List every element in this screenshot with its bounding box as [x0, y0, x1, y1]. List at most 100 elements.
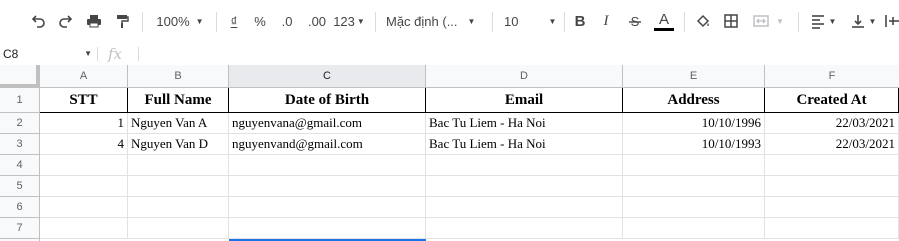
caret-down-icon: ▼	[828, 16, 837, 26]
caret-down-icon: ▼	[356, 16, 365, 26]
empty-cell[interactable]	[426, 176, 623, 197]
table-cell[interactable]: Nguyen Van A	[128, 113, 229, 134]
table-cell[interactable]: Bac Tu Liem - Ha Noi	[426, 113, 623, 134]
empty-cell[interactable]	[128, 197, 229, 218]
formula-input[interactable]	[142, 43, 899, 65]
table-cell[interactable]: 4	[40, 134, 128, 155]
undo-icon[interactable]	[26, 8, 50, 34]
fx-icon: fx	[108, 45, 123, 63]
empty-cell[interactable]	[128, 218, 229, 239]
column-header-d[interactable]: D	[426, 65, 623, 88]
header-cell-email[interactable]: Email	[426, 88, 623, 113]
toolbar-divider	[492, 12, 493, 32]
empty-cell[interactable]	[229, 197, 426, 218]
column-header-a[interactable]: A	[40, 65, 128, 88]
empty-cell[interactable]	[229, 218, 426, 239]
table-cell[interactable]: 22/03/2021	[765, 134, 899, 155]
caret-down-icon: ▼	[84, 49, 92, 58]
empty-cell[interactable]	[623, 218, 765, 239]
zoom-select[interactable]: 100% ▼	[150, 8, 210, 34]
table-cell[interactable]: 1	[40, 113, 128, 134]
empty-cell[interactable]	[623, 197, 765, 218]
header-cell-address[interactable]: Address	[623, 88, 765, 113]
toolbar-divider	[375, 12, 376, 32]
empty-cell[interactable]	[623, 155, 765, 176]
row-header-3[interactable]: 3	[0, 134, 40, 155]
percent-format-button[interactable]: %	[250, 8, 270, 34]
empty-cell[interactable]	[623, 176, 765, 197]
table-cell[interactable]: 10/10/1996	[623, 113, 765, 134]
row-header-5[interactable]: 5	[0, 176, 40, 197]
column-header-f[interactable]: F	[765, 65, 899, 88]
decrease-decimal-button[interactable]: .0	[276, 8, 298, 34]
toolbar-divider	[564, 12, 565, 32]
paint-format-icon[interactable]	[110, 8, 134, 34]
more-formats-label: 123	[333, 13, 355, 29]
empty-cell[interactable]	[128, 176, 229, 197]
header-cell-stt[interactable]: STT	[40, 88, 128, 113]
currency-format-button[interactable]: ₫	[224, 8, 244, 34]
row-header-1[interactable]: 1	[0, 88, 40, 113]
toolbar: 100% ▼ ₫ % .0 .00 123 ▼ Mặc định (... ▼ 10 ▼…	[0, 0, 899, 44]
redo-icon[interactable]	[54, 8, 78, 34]
bold-button[interactable]: B	[570, 8, 590, 34]
merge-cells-icon[interactable]: ▼	[748, 8, 788, 34]
zoom-value: 100%	[156, 13, 190, 29]
name-box[interactable]: C8 ▼	[0, 43, 96, 65]
column-header-e[interactable]: E	[623, 65, 765, 88]
caret-down-icon: ▼	[776, 16, 784, 26]
empty-cell[interactable]	[40, 218, 128, 239]
empty-cell[interactable]	[765, 218, 899, 239]
row-header-4[interactable]: 4	[0, 155, 40, 176]
font-size-value: 10	[504, 13, 519, 29]
strikethrough-icon[interactable]: S	[624, 8, 646, 34]
table-cell[interactable]: nguyenvana@gmail.com	[229, 113, 426, 134]
empty-cell[interactable]	[426, 197, 623, 218]
row-header-2[interactable]: 2	[0, 113, 40, 134]
header-cell-full-name[interactable]: Full Name	[128, 88, 229, 113]
formula-divider	[97, 47, 98, 61]
text-wrap-icon[interactable]	[884, 8, 899, 34]
table-cell[interactable]: 10/10/1993	[623, 134, 765, 155]
text-color-swatch	[654, 27, 674, 31]
empty-cell[interactable]	[426, 155, 623, 176]
font-size-select[interactable]: 10 ▼	[500, 8, 558, 34]
empty-cell[interactable]	[765, 197, 899, 218]
italic-button[interactable]: I	[596, 8, 616, 34]
empty-cell[interactable]	[128, 155, 229, 176]
table-cell[interactable]: 22/03/2021	[765, 113, 899, 134]
table-cell[interactable]: Nguyen Van D	[128, 134, 229, 155]
row-header-6[interactable]: 6	[0, 197, 40, 218]
formula-divider	[138, 47, 139, 61]
caret-down-icon: ▼	[548, 16, 557, 26]
borders-icon[interactable]	[720, 8, 742, 34]
more-formats-button[interactable]: 123 ▼	[333, 8, 365, 34]
cell-reference: C8	[3, 47, 19, 61]
empty-cell[interactable]	[40, 176, 128, 197]
text-color-button[interactable]: A	[652, 8, 676, 34]
empty-cell[interactable]	[229, 176, 426, 197]
empty-cell[interactable]	[765, 155, 899, 176]
row-header-7[interactable]: 7	[0, 218, 40, 239]
table-cell[interactable]: Bac Tu Liem - Ha Noi	[426, 134, 623, 155]
select-all-corner[interactable]	[0, 65, 40, 88]
formula-bar: C8 ▼ fx	[0, 43, 899, 66]
empty-cell[interactable]	[426, 218, 623, 239]
vertical-align-icon[interactable]: ▼	[846, 8, 880, 34]
print-icon[interactable]	[82, 8, 106, 34]
table-cell[interactable]: nguyenvand@gmail.com	[229, 134, 426, 155]
font-family-select[interactable]: Mặc định (... ▼	[386, 8, 482, 34]
column-header-b[interactable]: B	[128, 65, 229, 88]
header-cell-date-of-birth[interactable]: Date of Birth	[229, 88, 426, 113]
fill-color-icon[interactable]	[692, 8, 714, 34]
horizontal-align-icon[interactable]: ▼	[806, 8, 840, 34]
column-header-c[interactable]: C	[229, 65, 426, 88]
sheet-grid: A B C D E F 1 2 3 4 5 6 7 STT Full Name …	[0, 65, 899, 241]
empty-cell[interactable]	[40, 197, 128, 218]
increase-decimal-button[interactable]: .00	[304, 8, 330, 34]
empty-cell[interactable]	[229, 155, 426, 176]
font-family-value: Mặc định (...	[386, 13, 458, 29]
header-cell-created-at[interactable]: Created At	[765, 88, 899, 113]
empty-cell[interactable]	[765, 176, 899, 197]
empty-cell[interactable]	[40, 155, 128, 176]
